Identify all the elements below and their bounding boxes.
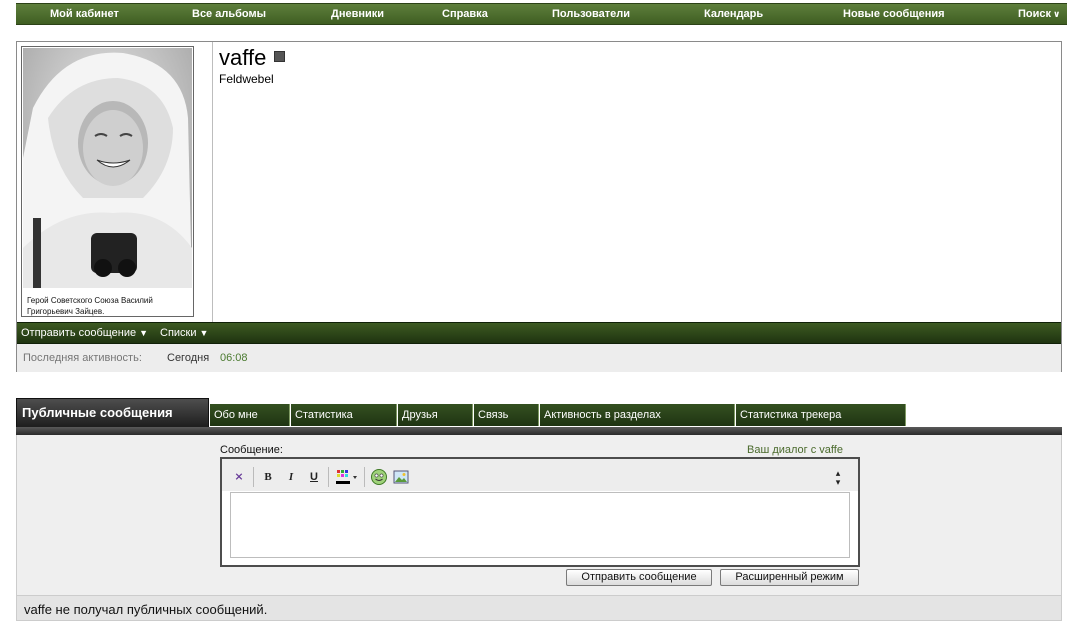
text-color-icon-svg [336, 470, 357, 484]
last-activity: Последняя активность: Сегодня 06:08 [17, 344, 1061, 372]
tab-friends[interactable]: Друзья [398, 404, 473, 426]
text-color-icon[interactable] [334, 468, 358, 486]
nav-my-cabinet[interactable]: Мой кабинет [50, 8, 119, 20]
no-public-messages-text: vaffe не получал публичных сообщений. [16, 595, 1062, 621]
nav-users[interactable]: Пользователи [552, 8, 630, 20]
editor-toolbar: ⨯ B I U ▴ ▾ [222, 459, 858, 491]
profile-action-bar: Отправить сообщение ▼ Списки ▼ [17, 322, 1061, 344]
avatar-caption: Герой Советского Союза Василий Григорьев… [27, 296, 153, 316]
advanced-mode-button[interactable]: Расширенный режим [720, 569, 859, 586]
offline-status-icon [274, 51, 286, 62]
caret-down-icon: ▼ [139, 328, 149, 338]
top-navbar: Мой кабинет Все альбомы Дневники Справка… [16, 3, 1067, 25]
chevron-down-icon: ∨ [1053, 9, 1061, 19]
username: vaffe [219, 45, 267, 70]
tabs-underline [16, 427, 1062, 435]
resize-toggle-icon[interactable]: ▴ ▾ [829, 468, 847, 487]
italic-button[interactable]: I [282, 468, 300, 486]
tab-contact[interactable]: Связь [474, 404, 539, 426]
remove-format-icon[interactable]: ⨯ [230, 468, 248, 486]
last-activity-label: Последняя активность: [23, 352, 142, 364]
last-activity-time: 06:08 [220, 352, 248, 364]
avatar-frame: Герой Советского Союза Василий Григорьев… [17, 42, 213, 322]
send-message-label: Отправить сообщение [21, 327, 137, 339]
nav-search-label: Поиск [1018, 8, 1052, 20]
tab-public-messages[interactable]: Публичные сообщения [16, 398, 209, 428]
nav-all-albums[interactable]: Все альбомы [192, 8, 266, 20]
caret-down-icon: ▼ [199, 328, 209, 338]
message-label: Сообщение: [220, 444, 283, 456]
tab-about[interactable]: Обо мне [210, 404, 290, 426]
bold-button[interactable]: B [259, 468, 277, 486]
message-area: Сообщение: Ваш диалог с vaffe ⨯ B I U ▴ … [16, 435, 1062, 595]
nav-calendar[interactable]: Календарь [704, 8, 763, 20]
toolbar-separator [364, 467, 365, 487]
profile-block: Герой Советского Союза Василий Григорьев… [16, 41, 1062, 372]
insert-image-icon[interactable] [392, 468, 410, 486]
tab-forum-activity[interactable]: Активность в разделах [540, 404, 735, 426]
last-activity-day: Сегодня [167, 352, 210, 364]
tab-tracker-stats[interactable]: Статистика трекера [736, 404, 906, 426]
message-editor: ⨯ B I U ▴ ▾ [220, 457, 860, 567]
tab-statistics[interactable]: Статистика [291, 404, 397, 426]
avatar-photo [23, 48, 192, 288]
underline-button[interactable]: U [305, 468, 323, 486]
toolbar-separator [328, 467, 329, 487]
lists-menu[interactable]: Списки ▼ [160, 327, 208, 339]
toolbar-separator [253, 467, 254, 487]
profile-tabs: Публичные сообщения Обо мне Статистика Д… [16, 398, 1062, 428]
username-wrap: vaffe [219, 45, 286, 71]
avatar: Герой Советского Союза Василий Григорьев… [21, 46, 194, 317]
user-title: Feldwebel [219, 72, 274, 86]
nav-search[interactable]: Поиск ∨ [1018, 8, 1060, 20]
send-message-button[interactable]: Отправить сообщение [566, 569, 712, 586]
smiley-icon[interactable] [370, 468, 388, 486]
send-message-menu[interactable]: Отправить сообщение ▼ [21, 327, 148, 339]
lists-label: Списки [160, 327, 197, 339]
insert-image-icon-svg [393, 470, 409, 484]
avatar-photo-image [23, 48, 192, 288]
nav-diaries[interactable]: Дневники [331, 8, 384, 20]
nav-new-messages[interactable]: Новые сообщения [843, 8, 945, 20]
message-textarea[interactable] [230, 492, 850, 558]
nav-help[interactable]: Справка [442, 8, 488, 20]
dialog-link[interactable]: Ваш диалог с vaffe [747, 444, 843, 456]
smiley-icon-svg [371, 469, 387, 485]
